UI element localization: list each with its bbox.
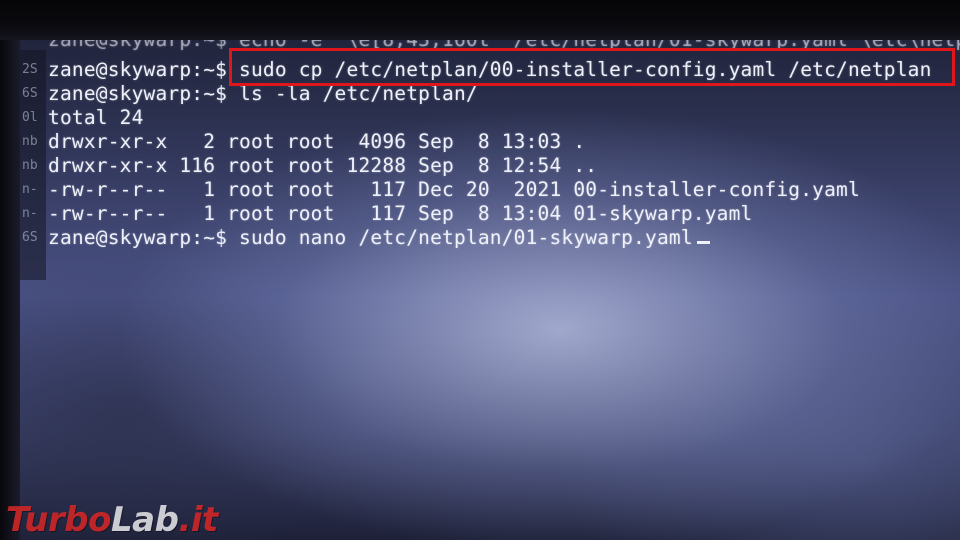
monitor-bezel-left xyxy=(0,40,20,540)
gutter-mark: 2S xyxy=(22,62,38,77)
line-gutter: 2S 6S 0l nb nb n- n- 6S xyxy=(20,50,46,280)
terminal-line-nano-command[interactable]: zane@skywarp:~$ sudo nano /etc/netplan/0… xyxy=(48,226,710,250)
gutter-mark: nb xyxy=(22,158,38,173)
gutter-mark: 6S xyxy=(22,86,38,101)
gutter-mark: n- xyxy=(22,182,38,197)
terminal-line-file-installer-config: -rw-r--r-- 1 root root 117 Dec 20 2021 0… xyxy=(48,178,860,201)
gutter-mark: nb xyxy=(22,134,38,149)
terminal-photo: 2S 6S 0l nb nb n- n- 6S zane@skywarp:~$ … xyxy=(0,0,960,540)
gutter-mark: 0l xyxy=(22,110,38,125)
terminal-line-dir-current: drwxr-xr-x 2 root root 4096 Sep 8 13:03 … xyxy=(48,130,586,153)
watermark-brand-tld: .it xyxy=(178,500,218,540)
terminal-line-file-skywarp: -rw-r--r-- 1 root root 117 Sep 8 13:04 0… xyxy=(48,202,753,225)
watermark-brand-turbo: Turbo xyxy=(6,500,111,540)
terminal-line-dir-parent: drwxr-xr-x 116 root root 12288 Sep 8 12:… xyxy=(48,154,598,177)
terminal-line-total: total 24 xyxy=(48,106,144,129)
nano-command-text: zane@skywarp:~$ sudo nano /etc/netplan/0… xyxy=(48,226,693,249)
gutter-mark: n- xyxy=(22,206,38,221)
watermark-brand-lab: Lab xyxy=(110,500,179,540)
text-cursor xyxy=(696,241,710,244)
turbolab-watermark: TurboLab.it xyxy=(6,500,218,540)
gutter-mark: 6S xyxy=(22,230,38,245)
highlighted-command-box xyxy=(229,48,955,86)
